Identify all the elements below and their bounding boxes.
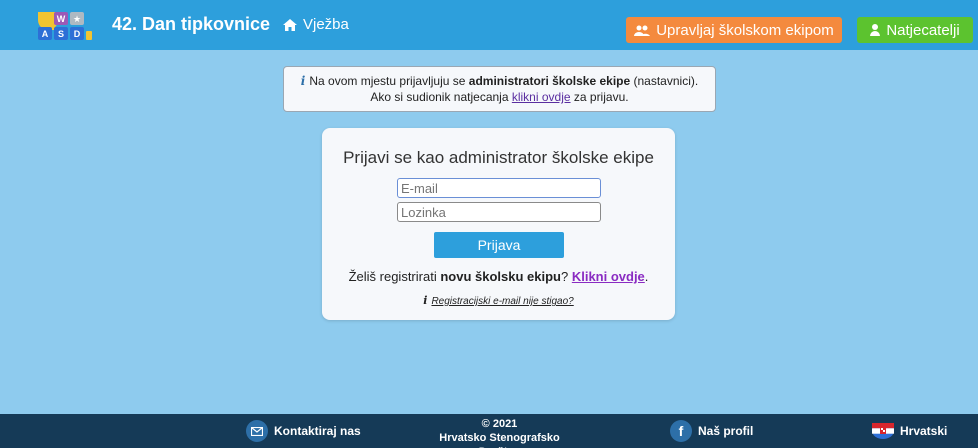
logo-letter-s: S (58, 29, 64, 39)
footer: Kontaktiraj nas © 2021 Hrvatsko Stenogra… (0, 414, 978, 448)
login-button[interactable]: Prijava (434, 232, 564, 258)
info-icon: i (300, 74, 306, 88)
participant-login-link[interactable]: klikni ovdje (512, 90, 571, 104)
wasd-logo[interactable]: W ★ A S D (34, 9, 96, 41)
info-line-2: Ako si sudionik natjecanja klikni ovdje … (284, 89, 715, 105)
register-text-2: ? (560, 269, 572, 284)
nav-vjezba-label: Vježba (303, 16, 349, 33)
info-text-3: Ako si sudionik natjecanja (370, 90, 512, 104)
croatia-flag-icon (872, 423, 894, 439)
email-input[interactable] (397, 178, 601, 198)
profile-label: Naš profil (698, 424, 754, 438)
contact-label: Kontaktiraj nas (274, 424, 361, 438)
info-notice: i Na ovom mjestu prijavljuju se administr… (283, 66, 716, 112)
home-icon (283, 18, 297, 31)
competitors-button[interactable]: Natjecatelji (857, 17, 973, 43)
copyright: © 2021 Hrvatsko Stenografsko Društvo (433, 417, 566, 448)
password-input[interactable] (397, 202, 601, 222)
info-text-4: za prijavu. (570, 90, 629, 104)
logo-letter-w: W (57, 14, 66, 24)
login-title: Prijavi se kao administrator školske eki… (343, 148, 654, 167)
register-text-1: Želiš registrirati (348, 269, 441, 284)
logo-letter-a: A (42, 29, 49, 39)
envelope-icon (246, 420, 268, 442)
user-icon (870, 24, 881, 36)
info-text-2: (nastavnici). (630, 74, 699, 88)
register-text-3: . (644, 269, 649, 284)
info-bold: administratori školske ekipe (468, 74, 631, 88)
info-icon-small: i (423, 294, 428, 307)
language-label: Hrvatski (900, 424, 948, 438)
register-line: Želiš registrirati novu školsku ekipu? K… (322, 269, 675, 284)
manage-team-button[interactable]: Upravljaj školskom ekipom (626, 17, 842, 43)
competitors-label: Natjecatelji (886, 21, 960, 39)
copyright-org: Hrvatsko Stenografsko Društvo (439, 432, 560, 448)
users-icon (634, 25, 651, 36)
language-selector[interactable]: Hrvatski (872, 414, 947, 448)
svg-text:★: ★ (73, 14, 81, 24)
resend-line: i Registracijski e-mail nije stigao? (322, 294, 675, 307)
top-navbar: W ★ A S D 42. Dan tipkovnice Vježba Upra… (0, 0, 978, 50)
facebook-icon: f (670, 420, 692, 442)
profile-link[interactable]: f Naš profil (670, 414, 753, 448)
logo-letter-d: D (74, 29, 81, 39)
nav-vjezba[interactable]: Vježba (283, 16, 349, 33)
contact-link[interactable]: Kontaktiraj nas (246, 414, 361, 448)
info-text-1: Na ovom mjestu prijavljuju se (309, 74, 469, 88)
site-title[interactable]: 42. Dan tipkovnice (112, 14, 270, 35)
login-card: Prijavi se kao administrator školske eki… (322, 128, 675, 320)
manage-team-label: Upravljaj školskom ekipom (656, 21, 834, 39)
info-line-1: i Na ovom mjestu prijavljuju se administr… (284, 73, 715, 89)
register-bold: novu školsku ekipu (440, 269, 561, 284)
copyright-year: © 2021 (481, 418, 518, 430)
register-link[interactable]: Klikni ovdje (572, 269, 645, 284)
resend-email-link[interactable]: Registracijski e-mail nije stigao? (431, 296, 573, 307)
